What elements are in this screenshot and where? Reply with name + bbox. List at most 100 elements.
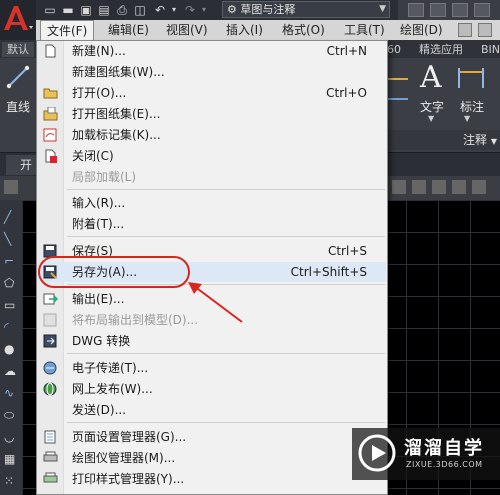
box-icon [430, 3, 446, 17]
highlight-ellipse [38, 256, 190, 288]
construction-line-icon[interactable]: ╲ [4, 232, 18, 246]
menu-separator [67, 422, 385, 423]
dwg-convert-icon [43, 334, 57, 348]
rectangle-icon[interactable]: ▭ [4, 298, 18, 312]
redo-dropdown-icon[interactable]: ▾ [196, 2, 212, 18]
gear-icon: ⚙ [227, 3, 237, 16]
polyline-icon[interactable]: ⌐ [4, 254, 18, 268]
menu-extra-icon[interactable] [458, 23, 472, 37]
toolbar-icon[interactable] [392, 180, 406, 194]
plotter-icon [43, 451, 58, 462]
title-bar-right [398, 0, 500, 20]
menu-separator [67, 189, 385, 190]
dimension-tool-icon[interactable] [456, 66, 486, 92]
open-icon[interactable]: ▬ [60, 2, 76, 18]
menu-bar: 文件(F) 编辑(E) 视图(V) 插入(I) 格式(O) 工具(T) 绘图(D… [36, 20, 500, 41]
annotation-panel-label: 注释 [463, 133, 488, 147]
text-tool-icon[interactable]: A [420, 60, 442, 95]
new-file-icon [45, 44, 56, 58]
etransmit-icon [43, 361, 57, 375]
print-icon[interactable]: ⎙ [114, 2, 130, 18]
watermark-logo-icon [358, 434, 396, 472]
menu-item-open-sheetset[interactable]: 打开图纸集(E)... [38, 104, 386, 124]
circle-icon[interactable]: ● [4, 342, 18, 356]
save-as-icon[interactable]: ▤ [96, 2, 112, 18]
dimension-tool-label: 标注 [460, 100, 485, 114]
watermark: 溜溜自学 ZIXUE.3D66.COM [352, 428, 500, 480]
annotation-panel-title[interactable]: 注释 ▼ [385, 130, 500, 150]
tab-featured-apps[interactable]: 精选应用 [414, 42, 468, 57]
open-sheetset-icon [43, 107, 58, 121]
watermark-title: 溜溜自学 [404, 438, 484, 459]
draw-toolbar: ╱ ╲ ⌐ ⬠ ▭ ◜ ● ☁ ∿ ⬭ ◡ ▦ ⁙ [0, 200, 22, 495]
toolbar-icon[interactable] [412, 180, 426, 194]
chevron-down-icon[interactable]: ▼ [428, 114, 434, 123]
close-file-icon [45, 149, 57, 163]
line-tool-icon[interactable] [6, 64, 30, 90]
menu-item-partial-load[interactable]: 局部加载(L) [38, 167, 386, 187]
menu-item-load-markup[interactable]: 加载标记集(K)... [38, 125, 386, 145]
chevron-down-icon: ▼ [490, 137, 497, 146]
menu-item-etransmit[interactable]: 电子传递(T)... [38, 358, 386, 378]
menu-view[interactable]: 视图(V) [160, 20, 214, 40]
markup-icon [43, 128, 57, 142]
page-setup-icon [44, 430, 56, 444]
menu-item-open[interactable]: 打开(O)... Ctrl+O [38, 83, 386, 103]
menu-item-attach[interactable]: 附着(T)... [38, 214, 386, 234]
toolbar-icon[interactable] [472, 180, 486, 194]
point-icon[interactable]: ⁙ [4, 474, 18, 488]
box-icon [408, 3, 424, 17]
workspace-selector[interactable]: ⚙ 草图与注释 ▼ [222, 1, 390, 18]
menu-item-plotter-manager[interactable]: 绘图仪管理器(M)... [38, 448, 386, 468]
layout-export-icon [43, 313, 57, 327]
spline-icon[interactable]: ∿ [4, 386, 18, 400]
menu-item-new[interactable]: 新建(N)... Ctrl+N [38, 41, 386, 61]
open-folder-icon [43, 88, 58, 99]
save-icon[interactable]: ▣ [78, 2, 94, 18]
menu-item-plot-style-manager[interactable]: 打印样式管理器(Y)... [38, 469, 386, 489]
menu-item-page-setup[interactable]: 页面设置管理器(G)... [38, 427, 386, 447]
menu-item-dwg-convert[interactable]: DWG 转换 [38, 331, 386, 351]
ellipse-arc-icon[interactable]: ◡ [4, 430, 18, 444]
plot-style-icon [43, 472, 58, 483]
menu-file[interactable]: 文件(F) [40, 20, 95, 41]
menu-tools[interactable]: 工具(T) [338, 20, 391, 40]
toolbar-icon[interactable] [432, 180, 446, 194]
menu-item-close[interactable]: 关闭(C) [38, 146, 386, 166]
plot-icon[interactable]: ◫ [132, 2, 148, 18]
menu-insert[interactable]: 插入(I) [220, 20, 269, 40]
box-icon [452, 3, 468, 17]
toolbar-icon[interactable] [4, 180, 18, 194]
menu-format[interactable]: 格式(O) [276, 20, 331, 40]
menu-separator [67, 353, 385, 354]
menu-item-import[interactable]: 输入(R)... [38, 193, 386, 213]
toolbar-icon[interactable] [452, 180, 466, 194]
revcloud-icon[interactable]: ☁ [4, 364, 18, 378]
export-icon [43, 293, 58, 305]
menu-item-publish-web[interactable]: 网上发布(W)... [38, 379, 386, 399]
block-icon[interactable]: ▦ [4, 452, 18, 466]
tab-bin[interactable]: BIN [476, 42, 500, 57]
undo-dropdown-icon[interactable]: ▾ [166, 2, 182, 18]
menu-edit[interactable]: 编辑(E) [102, 20, 155, 40]
workspace-label: 草图与注释 [240, 3, 296, 16]
box-icon [474, 3, 490, 17]
watermark-url: ZIXUE.3D66.COM [406, 460, 483, 469]
menu-extra-icon[interactable] [478, 23, 492, 37]
menu-item-send[interactable]: 发送(D)... [38, 400, 386, 420]
text-tool-label: 文字 [420, 100, 445, 114]
line-icon[interactable]: ╱ [4, 210, 18, 224]
menu-draw[interactable]: 绘图(D) [394, 20, 449, 40]
chevron-down-icon[interactable]: ▼ [464, 114, 470, 123]
arc-icon[interactable]: ◜ [4, 320, 18, 334]
line-tool-label: 直线 [6, 100, 31, 114]
modify-tools-icon[interactable] [388, 64, 408, 124]
publish-web-icon [43, 382, 57, 396]
app-logo[interactable] [0, 0, 36, 40]
polygon-icon[interactable]: ⬠ [4, 276, 18, 290]
menu-item-new-sheetset[interactable]: 新建图纸集(W)... [38, 62, 386, 82]
new-icon[interactable]: ▭ [42, 2, 58, 18]
autocad-logo-icon [4, 6, 33, 30]
tab-default[interactable]: 默认 [2, 42, 34, 57]
ellipse-icon[interactable]: ⬭ [4, 408, 18, 422]
